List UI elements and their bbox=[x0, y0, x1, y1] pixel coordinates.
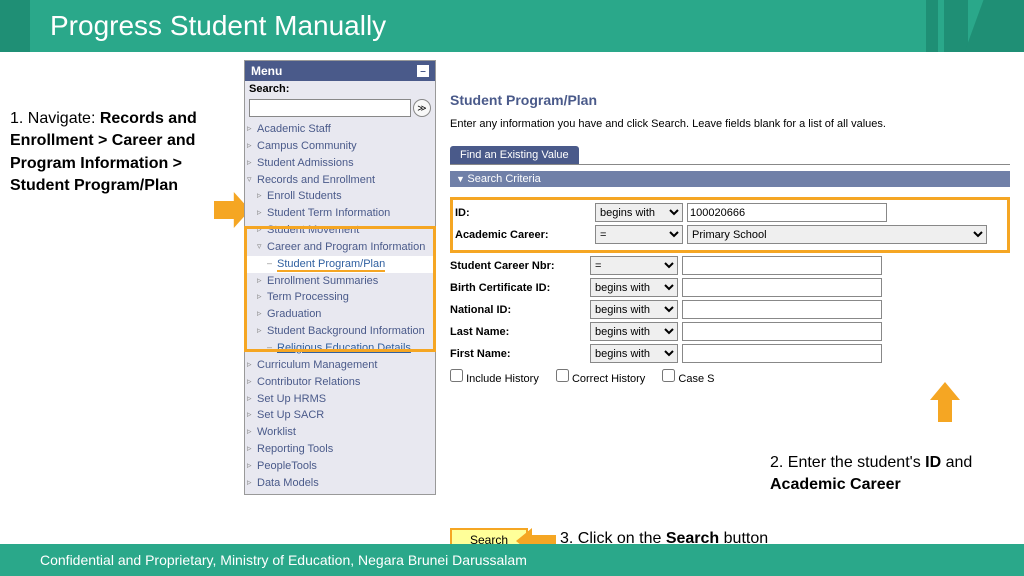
label-id: ID: bbox=[455, 207, 595, 219]
footer: Confidential and Proprietary, Ministry o… bbox=[0, 544, 1024, 576]
menu-item-worklist[interactable]: Worklist bbox=[245, 424, 435, 441]
input-first[interactable] bbox=[682, 344, 882, 363]
menu-item-enroll-students[interactable]: Enroll Students bbox=[245, 188, 435, 205]
menu-item-setup-hrms[interactable]: Set Up HRMS bbox=[245, 391, 435, 408]
step-2-career: Academic Career bbox=[770, 476, 901, 493]
menu-item-term-info[interactable]: Student Term Information bbox=[245, 205, 435, 222]
label-birth: Birth Certificate ID: bbox=[450, 282, 590, 294]
menu-item-enrollment-summaries[interactable]: Enrollment Summaries bbox=[245, 273, 435, 290]
step-1-prefix: 1. Navigate: bbox=[10, 110, 100, 127]
op-career[interactable]: = bbox=[595, 225, 683, 244]
check-case[interactable]: Case S bbox=[662, 373, 714, 385]
menu-item-contributor[interactable]: Contributor Relations bbox=[245, 374, 435, 391]
field-first-row: First Name: begins with bbox=[450, 344, 1010, 363]
menu-title: Menu bbox=[251, 64, 282, 78]
menu-search-row: ≫ bbox=[245, 97, 435, 119]
menu-item-career-program[interactable]: Career and Program Information bbox=[245, 239, 435, 256]
tab-row: Find an Existing Value bbox=[450, 146, 1010, 165]
input-nbr[interactable] bbox=[682, 256, 882, 275]
slide-title: Progress Student Manually bbox=[30, 10, 386, 42]
step-2-mid: and bbox=[941, 454, 972, 471]
input-birth[interactable] bbox=[682, 278, 882, 297]
form-panel: Student Program/Plan Enter any informati… bbox=[450, 92, 1010, 385]
form-instructions: Enter any information you have and click… bbox=[450, 118, 1010, 130]
field-nbr-row: Student Career Nbr: = bbox=[450, 256, 1010, 275]
op-first[interactable]: begins with bbox=[590, 344, 678, 363]
menu-item-curriculum-mgmt[interactable]: Curriculum Management bbox=[245, 357, 435, 374]
highlight-box-fields: ID: begins with Academic Career: = Prima… bbox=[450, 197, 1010, 253]
step-1-text: 1. Navigate: Records and Enrollment > Ca… bbox=[10, 108, 220, 198]
field-id-row: ID: begins with bbox=[455, 203, 1005, 222]
field-birth-row: Birth Certificate ID: begins with bbox=[450, 278, 1010, 297]
label-first: First Name: bbox=[450, 348, 590, 360]
search-criteria-header[interactable]: Search Criteria bbox=[450, 171, 1010, 187]
field-national-row: National ID: begins with bbox=[450, 300, 1010, 319]
menu-item-academic-staff[interactable]: Academic Staff bbox=[245, 121, 435, 138]
collapse-icon[interactable]: – bbox=[417, 65, 429, 77]
menu-item-student-movement[interactable]: Student Movement bbox=[245, 222, 435, 239]
check-correct[interactable]: Correct History bbox=[556, 373, 645, 385]
content-area: 1. Navigate: Records and Enrollment > Ca… bbox=[0, 52, 1024, 538]
menu-item-student-admissions[interactable]: Student Admissions bbox=[245, 155, 435, 172]
op-nbr[interactable]: = bbox=[590, 256, 678, 275]
arrow-icon-up bbox=[930, 382, 960, 422]
input-last[interactable] bbox=[682, 322, 882, 341]
menu-item-background-info[interactable]: Student Background Information bbox=[245, 323, 435, 340]
menu-item-reporting[interactable]: Reporting Tools bbox=[245, 441, 435, 458]
op-id[interactable]: begins with bbox=[595, 203, 683, 222]
tab-find-existing[interactable]: Find an Existing Value bbox=[450, 146, 579, 164]
menu-panel: Menu – Search: ≫ Academic Staff Campus C… bbox=[244, 60, 436, 495]
menu-item-term-processing[interactable]: Term Processing bbox=[245, 289, 435, 306]
menu-item-peopletools[interactable]: PeopleTools bbox=[245, 458, 435, 475]
menu-item-student-program-plan[interactable]: Student Program/Plan bbox=[245, 256, 435, 273]
menu-search-input[interactable] bbox=[249, 99, 411, 117]
menu-item-graduation[interactable]: Graduation bbox=[245, 306, 435, 323]
field-last-row: Last Name: begins with bbox=[450, 322, 1010, 341]
accent-stripe bbox=[0, 0, 30, 52]
input-id[interactable] bbox=[687, 203, 887, 222]
select-career[interactable]: Primary School bbox=[687, 225, 987, 244]
menu-item-campus-community[interactable]: Campus Community bbox=[245, 138, 435, 155]
search-go-icon[interactable]: ≫ bbox=[413, 99, 431, 117]
check-history[interactable]: Include History bbox=[450, 373, 539, 385]
menu-list: Academic Staff Campus Community Student … bbox=[245, 119, 435, 494]
step-2-id: ID bbox=[925, 454, 941, 471]
op-national[interactable]: begins with bbox=[590, 300, 678, 319]
menu-item-religious-edu[interactable]: Religious Education Details bbox=[245, 340, 435, 357]
field-career-row: Academic Career: = Primary School bbox=[455, 225, 1005, 244]
decor-shapes bbox=[926, 0, 1024, 52]
menu-item-data-models[interactable]: Data Models bbox=[245, 475, 435, 492]
menu-item-records-enrollment[interactable]: Records and Enrollment bbox=[245, 172, 435, 189]
form-title: Student Program/Plan bbox=[450, 92, 1010, 108]
check-row: Include History Correct History Case S bbox=[450, 369, 1010, 385]
title-bar: Progress Student Manually bbox=[0, 0, 1024, 52]
step-2-prefix: 2. Enter the student's bbox=[770, 454, 925, 471]
label-nbr: Student Career Nbr: bbox=[450, 260, 590, 272]
label-last: Last Name: bbox=[450, 326, 590, 338]
menu-header: Menu – bbox=[245, 61, 435, 81]
label-career: Academic Career: bbox=[455, 229, 595, 241]
menu-search-label: Search: bbox=[245, 81, 435, 97]
label-national: National ID: bbox=[450, 304, 590, 316]
step-2-text: 2. Enter the student's ID and Academic C… bbox=[770, 452, 1000, 497]
op-birth[interactable]: begins with bbox=[590, 278, 678, 297]
input-national[interactable] bbox=[682, 300, 882, 319]
op-last[interactable]: begins with bbox=[590, 322, 678, 341]
menu-item-setup-sacr[interactable]: Set Up SACR bbox=[245, 407, 435, 424]
